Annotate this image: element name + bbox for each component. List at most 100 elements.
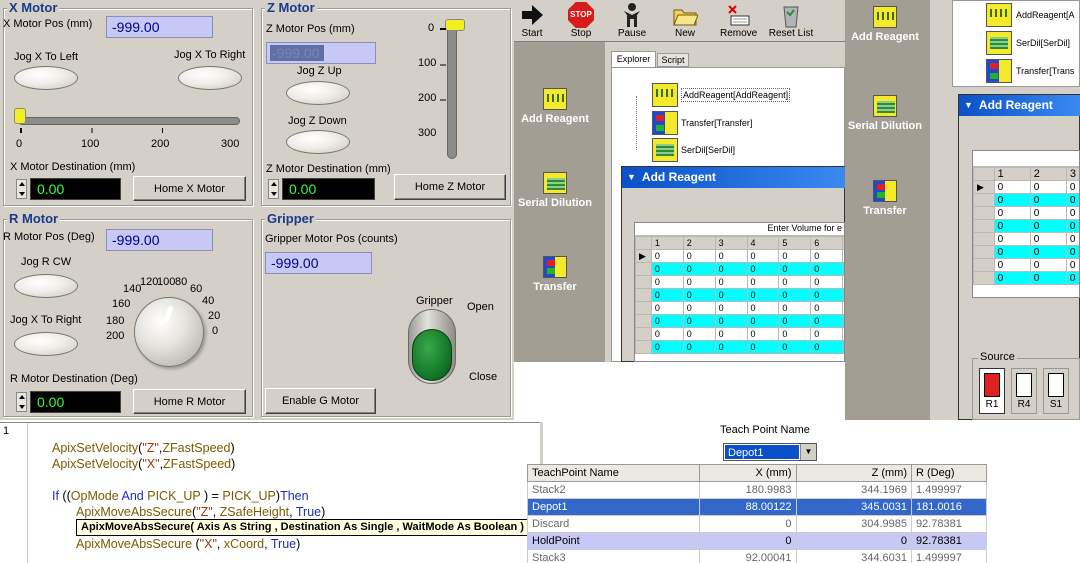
grid-cell[interactable]: 0 [714,249,748,263]
source-s1[interactable]: S1 [1043,368,1069,414]
gripper-switch-knob[interactable] [412,329,452,381]
r-dest-value[interactable]: 0.00 [30,391,121,413]
grid-cell[interactable]: 0 [1065,206,1079,220]
grid-cell[interactable]: 0 [810,275,844,289]
grid-cell[interactable]: 0 [746,327,780,341]
grid-row[interactable]: 0000000 [635,262,844,276]
teach-table-row[interactable]: Depot1 88.00122 345.0031 181.0016 [526,498,987,516]
teach-table-row[interactable]: Discard 0 304.9985 92.78381 [526,515,987,533]
grid-cell[interactable]: 0 [746,288,780,302]
grid-cell[interactable]: 0 [1029,271,1067,285]
grid-cell[interactable]: 0 [1065,193,1079,207]
grid-cell[interactable]: 0 [650,262,684,276]
grid-row[interactable]: ▶0000000 [635,249,844,263]
grid-cell[interactable]: 0 [993,258,1031,272]
teach-table-row[interactable]: HoldPoint 0 0 92.78381 [526,532,987,550]
z-dest-value[interactable]: 0.00 [282,178,375,200]
grid-cell[interactable]: 0 [1065,219,1079,233]
grid-row[interactable]: 0000000 [635,301,844,315]
toolbar-pause[interactable]: Pause [614,2,650,39]
grid-cell[interactable]: 0 [714,262,748,276]
grid-cell[interactable]: 0 [778,301,812,315]
x-dest-spinner[interactable] [16,179,27,199]
grid-cell[interactable]: 0 [682,314,716,328]
toolbar-new[interactable]: New [667,2,703,39]
x-dest-value[interactable]: 0.00 [30,178,121,200]
grid-cell[interactable]: 0 [714,340,748,354]
grid-cell[interactable]: 0 [650,301,684,315]
grid-cell[interactable]: 0 [810,249,844,263]
grid-row[interactable]: 000 [973,271,1079,285]
grid-cell[interactable]: 0 [778,249,812,263]
chevron-down-icon[interactable]: ▼ [800,444,816,460]
teach-column-header[interactable]: R (Deg) [911,464,987,482]
grid-cell[interactable]: 0 [993,180,1031,194]
add-reagent-dialog-titlebar[interactable]: ▼ Add Reagent [622,167,845,188]
jog-r-right-button[interactable] [14,332,78,356]
grid-cell[interactable]: 0 [1029,232,1067,246]
grid-cell[interactable]: 0 [682,249,716,263]
teach-point-table[interactable]: TeachPoint Name X (mm) Z (mm) R (Deg) Stack2… [526,464,987,563]
source-r1[interactable]: R1 [979,368,1005,414]
grid-row[interactable]: 000 [973,206,1079,220]
grid-cell[interactable]: 0 [746,301,780,315]
grid-cell[interactable]: 0 [778,327,812,341]
grid-cell[interactable]: 0 [810,288,844,302]
grid-cell[interactable]: 0 [650,340,684,354]
grid-cell[interactable]: 0 [682,275,716,289]
grid-cell[interactable]: 0 [682,340,716,354]
palette-serial-dilution[interactable]: Serial Dilution [505,172,605,209]
tree-item-add-reagent[interactable]: AddReagent[AddReagent] [652,82,791,108]
explorer-tab-script[interactable]: Script [657,53,689,67]
grid-cell[interactable]: 0 [1029,258,1067,272]
grid-cell[interactable]: 0 [1029,206,1067,220]
grid-cell[interactable]: 0 [810,340,844,354]
jog-x-right-button[interactable] [178,66,242,90]
grid-cell[interactable]: 0 [746,340,780,354]
palette2-transfer[interactable]: Transfer [835,180,935,217]
right-grid[interactable]: 1 2 3 ▶ 0 0 0 0 0 0 0 0 0 0 0 0 0 0 0 0 0 0 0 0 0 0 0 0 [972,150,1080,298]
right-tree-item-serdil[interactable]: SerDil[SerDil] [986,30,1070,56]
grid-cell[interactable]: 0 [1065,271,1079,285]
palette2-add-reagent[interactable]: Add Reagent [835,6,935,43]
teach-column-header[interactable]: TeachPoint Name [526,464,701,482]
teach-column-header[interactable]: X (mm) [699,464,797,482]
teach-table-row[interactable]: Stack2 180.9983 344.1969 1.499997 [526,481,987,499]
palette2-serial-dilution[interactable]: Serial Dilution [835,95,935,132]
grid-cell[interactable]: 0 [746,314,780,328]
teach-table-row[interactable]: Stack3 92.00041 344.6031 1.499997 [526,549,987,563]
grid-row[interactable]: 0000000 [635,327,844,341]
grid-cell[interactable]: 0 [714,275,748,289]
grid-cell[interactable]: 0 [810,327,844,341]
grid-row[interactable]: ▶ 0 0 0 [973,180,1079,194]
palette-transfer[interactable]: Transfer [505,256,605,293]
grid-cell[interactable]: 0 [993,245,1031,259]
jog-x-left-button[interactable] [14,66,78,90]
home-z-motor-button[interactable]: Home Z Motor [394,174,506,200]
grid-row[interactable]: 000 [973,258,1079,272]
reagent-grid[interactable]: Enter Volume for e 1234567▶0000000000000… [634,222,845,362]
grid-cell[interactable]: 0 [778,262,812,276]
grid-cell[interactable]: 0 [1029,180,1067,194]
jog-r-cw-button[interactable] [14,274,78,298]
grid-cell[interactable]: 0 [1029,193,1067,207]
grid-cell[interactable]: 0 [993,219,1031,233]
toolbar-start[interactable]: Start [514,2,550,39]
z-slider-thumb[interactable] [445,19,465,31]
grid-cell[interactable]: 0 [682,262,716,276]
grid-cell[interactable]: 0 [993,206,1031,220]
grid-cell[interactable]: 0 [650,288,684,302]
teach-point-select[interactable]: Depot1 ▼ [723,443,817,461]
grid-cell[interactable]: 0 [778,340,812,354]
enable-g-motor-button[interactable]: Enable G Motor [265,388,376,414]
tree-item-serdil[interactable]: SerDil[SerDil] [652,137,735,163]
grid-row[interactable]: 0000000 [635,275,844,289]
source-r4[interactable]: R4 [1011,368,1037,414]
grid-cell[interactable]: 0 [650,275,684,289]
right-tree-item-add-reagent[interactable]: AddReagent[A [986,2,1075,28]
home-x-motor-button[interactable]: Home X Motor [133,176,246,201]
grid-cell[interactable]: 0 [810,301,844,315]
grid-row[interactable]: 0000000 [635,288,844,302]
grid-cell[interactable]: 0 [650,327,684,341]
r-dest-spinner[interactable] [16,392,27,412]
